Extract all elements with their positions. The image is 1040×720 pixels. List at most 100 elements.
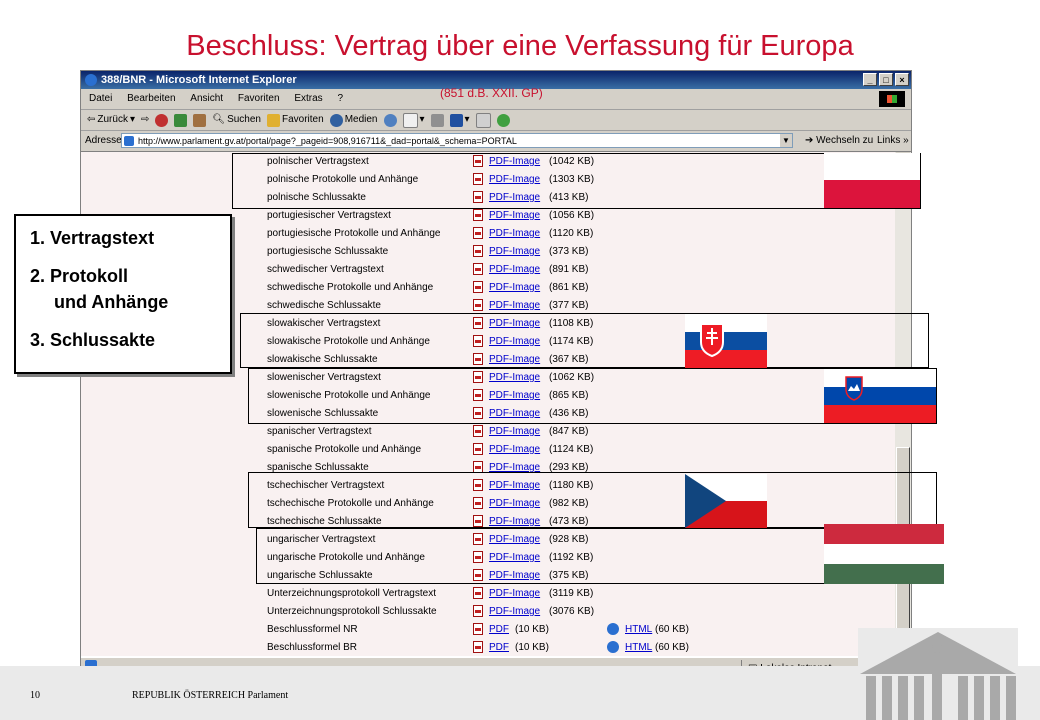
pdf-link[interactable]: PDF-Image [489, 261, 540, 279]
address-input[interactable]: http://www.parlament.gv.at/portal/page?_… [121, 133, 793, 148]
history-button[interactable] [383, 113, 397, 127]
pdf-link[interactable]: PDF [489, 621, 509, 639]
pdf-link[interactable]: PDF-Image [489, 153, 540, 171]
pdf-link[interactable]: PDF-Image [489, 279, 540, 297]
pdf-file-icon[interactable] [473, 605, 483, 617]
pdf-link[interactable]: PDF-Image [489, 369, 540, 387]
pdf-link[interactable]: PDF-Image [489, 315, 540, 333]
menu-help[interactable]: ? [337, 93, 343, 104]
pdf-file-icon[interactable] [473, 335, 483, 347]
pdf-file-icon[interactable] [473, 371, 483, 383]
messenger-button[interactable] [496, 113, 510, 127]
pdf-link[interactable]: PDF-Image [489, 351, 540, 369]
pdf-link[interactable]: PDF-Image [489, 297, 540, 315]
document-label: Beschlussformel BR [267, 642, 358, 653]
pdf-file-icon[interactable] [473, 515, 483, 527]
pdf-file-icon[interactable] [473, 317, 483, 329]
pdf-link[interactable]: PDF-Image [489, 441, 540, 459]
pdf-file-icon[interactable] [473, 425, 483, 437]
pdf-file-icon[interactable] [473, 299, 483, 311]
dropdown-arrow-icon: ▾ [419, 114, 425, 125]
pdf-file-icon[interactable] [473, 587, 483, 599]
pdf-file-icon[interactable] [473, 191, 483, 203]
pdf-file-icon[interactable] [473, 623, 483, 635]
edit-button[interactable]: ▾ [449, 110, 470, 130]
pdf-file-icon[interactable] [473, 461, 483, 473]
back-button[interactable]: ⇦ Zurück ▾ [87, 110, 135, 130]
pdf-file-icon[interactable] [473, 155, 483, 167]
close-button[interactable]: × [895, 73, 909, 86]
pdf-file-icon[interactable] [473, 533, 483, 545]
pdf-link[interactable]: PDF-Image [489, 387, 540, 405]
window-title: 388/BNR - Microsoft Internet Explorer [101, 74, 297, 86]
pdf-file-icon[interactable] [473, 389, 483, 401]
pdf-link[interactable]: PDF-Image [489, 189, 540, 207]
pdf-link[interactable]: PDF-Image [489, 477, 540, 495]
pdf-link[interactable]: PDF-Image [489, 585, 540, 603]
file-size: (10 KB) [515, 624, 549, 635]
pdf-file-icon[interactable] [473, 245, 483, 257]
pdf-link[interactable]: PDF-Image [489, 333, 540, 351]
ie-icon [85, 74, 97, 86]
address-label: Adresse [85, 135, 122, 146]
mail-button[interactable]: ▾ [402, 110, 425, 130]
pdf-file-icon[interactable] [473, 497, 483, 509]
pdf-file-icon[interactable] [473, 569, 483, 581]
pdf-file-icon[interactable] [473, 443, 483, 455]
pdf-file-icon[interactable] [473, 227, 483, 239]
pdf-file-icon[interactable] [473, 407, 483, 419]
stop-button[interactable] [155, 113, 169, 127]
print-button[interactable] [430, 113, 444, 127]
dropdown-arrow-icon: ▾ [464, 114, 470, 125]
maximize-button[interactable]: □ [879, 73, 893, 86]
document-label: schwedische Schlussakte [267, 300, 381, 311]
pdf-link[interactable]: PDF-Image [489, 567, 540, 585]
refresh-button[interactable] [174, 113, 188, 127]
links-button[interactable]: Links » [877, 131, 909, 151]
pdf-file-icon[interactable] [473, 263, 483, 275]
pdf-file-icon[interactable] [473, 641, 483, 653]
discuss-button[interactable] [475, 112, 491, 128]
pdf-link[interactable]: PDF-Image [489, 225, 540, 243]
pdf-file-icon[interactable] [473, 281, 483, 293]
pdf-link[interactable]: PDF-Image [489, 549, 540, 567]
pdf-link[interactable]: PDF-Image [489, 495, 540, 513]
document-label: tschechischer Vertragstext [267, 480, 385, 491]
document-label: slowakische Schlussakte [267, 354, 378, 365]
legend-item-1: 1. Vertragstext [30, 228, 155, 248]
pdf-link[interactable]: PDF-Image [489, 603, 540, 621]
search-button[interactable]: 🔍︎ Suchen [212, 110, 261, 130]
media-icon [329, 113, 343, 127]
pdf-link[interactable]: PDF-Image [489, 531, 540, 549]
pdf-file-icon[interactable] [473, 479, 483, 491]
media-button[interactable]: Medien [329, 110, 378, 130]
menu-extras[interactable]: Extras [294, 93, 322, 104]
favorites-button[interactable]: Favoriten [267, 110, 324, 130]
pdf-link[interactable]: PDF-Image [489, 459, 540, 477]
home-button[interactable] [193, 113, 207, 127]
pdf-file-icon[interactable] [473, 209, 483, 221]
pdf-link[interactable]: PDF-Image [489, 405, 540, 423]
html-file-icon[interactable] [607, 623, 619, 635]
html-file-icon[interactable] [607, 641, 619, 653]
pdf-link[interactable]: PDF-Image [489, 207, 540, 225]
pdf-link[interactable]: PDF [489, 639, 509, 656]
pdf-file-icon[interactable] [473, 551, 483, 563]
pdf-link[interactable]: PDF-Image [489, 243, 540, 261]
menu-bearbeiten[interactable]: Bearbeiten [127, 93, 175, 104]
pdf-file-icon[interactable] [473, 173, 483, 185]
pdf-link[interactable]: PDF-Image [489, 423, 540, 441]
pdf-link[interactable]: PDF-Image [489, 513, 540, 531]
menu-ansicht[interactable]: Ansicht [190, 93, 223, 104]
forward-button[interactable]: ⇨ [141, 110, 149, 130]
html-link[interactable]: HTML [625, 621, 652, 639]
footer-text: REPUBLIK ÖSTERREICH Parlament [132, 690, 289, 701]
pdf-file-icon[interactable] [473, 353, 483, 365]
go-button[interactable]: ➔ Wechseln zu [805, 131, 873, 151]
pdf-link[interactable]: PDF-Image [489, 171, 540, 189]
menu-datei[interactable]: Datei [89, 93, 112, 104]
menu-favoriten[interactable]: Favoriten [238, 93, 280, 104]
html-link[interactable]: HTML [625, 639, 652, 656]
minimize-button[interactable]: _ [863, 73, 877, 86]
address-dropdown-icon[interactable]: ▼ [780, 134, 792, 147]
